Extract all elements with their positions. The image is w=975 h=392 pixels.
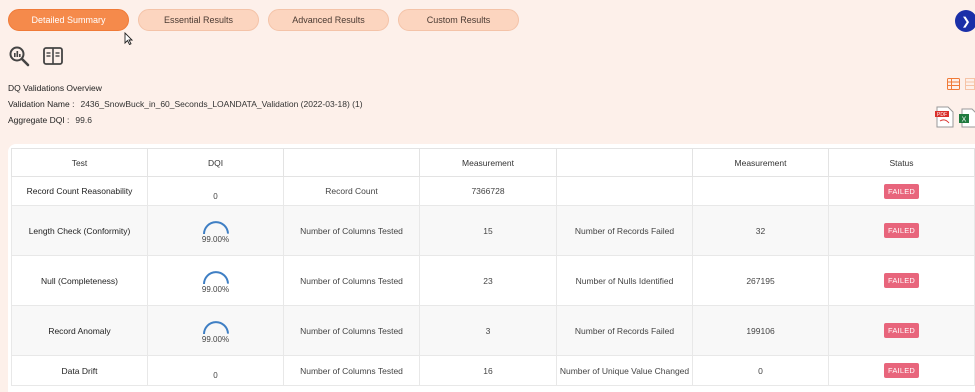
status-badge: FAILED (883, 183, 920, 199)
status-cell: FAILED (828, 305, 975, 356)
pdf-export-icon[interactable]: PDF (935, 106, 955, 130)
test-name: Null (Completeness) (11, 255, 148, 306)
measure-label-1: Number of Columns Tested (283, 255, 420, 306)
test-name: Record Count Reasonability (11, 176, 148, 206)
measure-value-1: 16 (419, 355, 557, 386)
aggregate-dqi-row: Aggregate DQI : 99.6 (8, 112, 363, 128)
validation-name-label: Validation Name : (8, 99, 75, 109)
svg-text:X: X (962, 117, 967, 124)
table-row: Record Count Reasonability 0 Record Coun… (11, 176, 975, 206)
measure-label-1: Number of Columns Tested (283, 355, 420, 386)
measure-label-2: Number of Records Failed (556, 305, 693, 356)
measure-value-2: 32 (692, 205, 829, 256)
measure-label-1: Number of Columns Tested (283, 305, 420, 356)
test-name: Record Anomaly (11, 305, 148, 356)
grid-view-icon[interactable] (947, 78, 960, 92)
tab-advanced-results[interactable]: Advanced Results (268, 9, 389, 31)
status-cell: FAILED (828, 355, 975, 386)
dqi-value: 0 (213, 191, 218, 201)
table-row: Length Check (Conformity) 99.00% Number … (11, 205, 975, 256)
status-cell: FAILED (828, 205, 975, 256)
table-header-row: Test DQI Measurement Measurement Status (11, 148, 975, 177)
measure-label-1: Number of Columns Tested (283, 205, 420, 256)
measure-label-2: Number of Nulls Identified (556, 255, 693, 306)
tab-detailed-summary[interactable]: Detailed Summary (8, 9, 129, 31)
status-badge: FAILED (883, 363, 920, 378)
book-compare-icon[interactable] (42, 45, 64, 67)
results-table-container: Test DQI Measurement Measurement Status … (8, 144, 975, 392)
status-cell: FAILED (828, 255, 975, 306)
test-name: Data Drift (11, 355, 148, 386)
dqi-cell: 0 (147, 176, 284, 206)
overview-section: DQ Validations Overview Validation Name … (8, 80, 363, 128)
list-view-icon[interactable] (965, 78, 975, 92)
status-cell: FAILED (828, 176, 975, 206)
measure-value-2: 0 (692, 355, 829, 386)
search-analytics-icon[interactable] (8, 45, 30, 67)
status-badge: FAILED (883, 323, 920, 338)
measure-value-2 (692, 176, 829, 206)
mouse-cursor-icon (124, 31, 134, 47)
aggregate-dqi-value: 99.6 (75, 115, 92, 125)
measure-label-2: Number of Unique Value Changed (556, 355, 693, 386)
overview-title: DQ Validations Overview (8, 83, 102, 93)
dqi-value: 0 (213, 371, 218, 380)
measure-value-1: 23 (419, 255, 557, 306)
validation-name-value: 2436_SnowBuck_in_60_Seconds_LOANDATA_Val… (80, 99, 363, 109)
measure-label-2: Number of Records Failed (556, 205, 693, 256)
measure-value-1: 7366728 (419, 176, 557, 206)
status-badge: FAILED (883, 223, 920, 238)
header-test: Test (11, 148, 148, 177)
dqi-value: 99.00% (201, 234, 230, 244)
header-dqi: DQI (147, 148, 284, 177)
excel-export-icon[interactable]: X (959, 108, 975, 130)
measure-label-2 (556, 176, 693, 206)
toolbar (8, 45, 64, 67)
dqi-value: 99.00% (201, 284, 230, 294)
dqi-cell: 99.00% (147, 205, 284, 256)
table-row: Data Drift 0 Number of Columns Tested 16… (11, 355, 975, 386)
dqi-cell: 0 (147, 355, 284, 386)
dqi-cell: 99.00% (147, 305, 284, 356)
dqi-gauge: 99.00% (201, 270, 231, 295)
table-row: Null (Completeness) 99.00% Number of Col… (11, 255, 975, 306)
dqi-gauge: 99.00% (201, 220, 231, 245)
test-name: Length Check (Conformity) (11, 205, 148, 256)
results-table: Test DQI Measurement Measurement Status … (11, 148, 975, 386)
table-row: Record Anomaly 99.00% Number of Columns … (11, 305, 975, 356)
header-measurement-1: Measurement (419, 148, 557, 177)
measure-value-1: 15 (419, 205, 557, 256)
chevron-right-icon: ❯ (961, 15, 971, 28)
measure-value-2: 199106 (692, 305, 829, 356)
header-measurement-2: Measurement (692, 148, 829, 177)
tab-custom-results[interactable]: Custom Results (398, 9, 519, 31)
validation-name-row: Validation Name : 2436_SnowBuck_in_60_Sec… (8, 96, 363, 112)
header-status: Status (828, 148, 975, 177)
next-button[interactable]: ❯ (955, 10, 975, 32)
header-measure-label-2 (556, 148, 693, 177)
dqi-value: 99.00% (201, 334, 230, 344)
measure-value-1: 3 (419, 305, 557, 356)
header-measure-label-1 (283, 148, 420, 177)
status-badge: FAILED (883, 273, 920, 288)
dqi-cell: 99.00% (147, 255, 284, 306)
tab-bar: Detailed Summary Essential Results Advan… (8, 9, 519, 31)
aggregate-dqi-label: Aggregate DQI : (8, 115, 70, 125)
measure-value-2: 267195 (692, 255, 829, 306)
svg-text:PDF: PDF (937, 112, 947, 118)
measure-label-1: Record Count (283, 176, 420, 206)
dqi-gauge: 99.00% (201, 320, 231, 345)
tab-essential-results[interactable]: Essential Results (138, 9, 259, 31)
